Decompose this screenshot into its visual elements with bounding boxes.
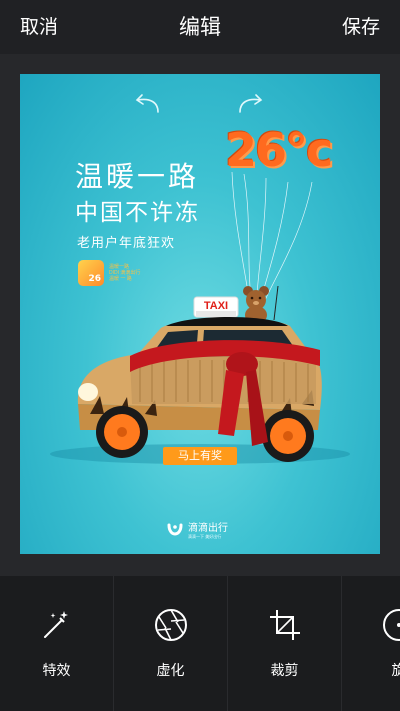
poster-subtitle: 老用户年底狂欢 bbox=[77, 236, 176, 251]
redo-icon[interactable] bbox=[236, 92, 266, 116]
brand-name: 滴滴出行 bbox=[188, 522, 228, 534]
tool-effects-label: 特效 bbox=[42, 663, 71, 679]
tool-rotate[interactable]: 旋 bbox=[342, 576, 400, 711]
rear-wheel bbox=[262, 410, 314, 462]
antenna bbox=[273, 285, 279, 321]
taxi-sign-label: TAXI bbox=[203, 300, 229, 312]
claim-reward-button[interactable]: 马上有奖 bbox=[163, 447, 237, 465]
tool-crop-label: 裁剪 bbox=[270, 663, 299, 679]
car-body bbox=[50, 317, 350, 464]
save-button[interactable]: 保存 bbox=[342, 15, 380, 39]
app-tile-icon: 26 bbox=[78, 260, 104, 286]
tool-effects[interactable]: 特效 bbox=[0, 576, 113, 711]
canvas-area: 26°c 温暖一路 中国不许冻 老用户年底狂欢 26 温暖一路 DIDI 滴滴出… bbox=[0, 54, 400, 576]
brand-block: 滴滴出行 滴滴一下 美好出行 bbox=[166, 522, 228, 540]
tool-blur[interactable]: 虚化 bbox=[114, 576, 227, 711]
rotate-icon bbox=[383, 609, 400, 641]
bottom-toolbar: 特效 虚化 裁剪 旋 bbox=[0, 576, 400, 711]
tile-line-3: 温暖 一 路 bbox=[109, 276, 132, 282]
editor-screen: 取消 编辑 保存 26°c 温暖一路 中国不许冻 老用户年底狂欢 26 温暖一路… bbox=[0, 0, 400, 711]
poster-headline-2: 中国不许冻 bbox=[75, 200, 200, 226]
aperture-icon bbox=[155, 609, 187, 641]
poster-headline: 温暖一路 bbox=[75, 160, 200, 193]
crop-icon bbox=[270, 610, 300, 640]
app-tile-value: 26 bbox=[88, 274, 101, 284]
temperature-balloons: 26°c bbox=[225, 123, 333, 177]
page-title: 编辑 bbox=[179, 15, 221, 39]
didi-logo-icon bbox=[167, 523, 183, 536]
tool-rotate-label: 旋 bbox=[391, 663, 400, 679]
front-wheel bbox=[96, 406, 148, 458]
magic-wand-icon bbox=[44, 611, 68, 638]
tool-crop[interactable]: 裁剪 bbox=[228, 576, 341, 711]
poster-image[interactable]: 26°c 温暖一路 中国不许冻 老用户年底狂欢 26 温暖一路 DIDI 滴滴出… bbox=[20, 74, 380, 554]
undo-icon[interactable] bbox=[132, 92, 162, 116]
brand-tagline: 滴滴一下 美好出行 bbox=[188, 533, 222, 539]
app-tile-text: 温暖一路 DIDI 滴滴出行 温暖 一 路 bbox=[109, 264, 140, 282]
top-bar: 取消 编辑 保存 bbox=[0, 0, 400, 54]
tool-blur-label: 虚化 bbox=[156, 663, 185, 679]
